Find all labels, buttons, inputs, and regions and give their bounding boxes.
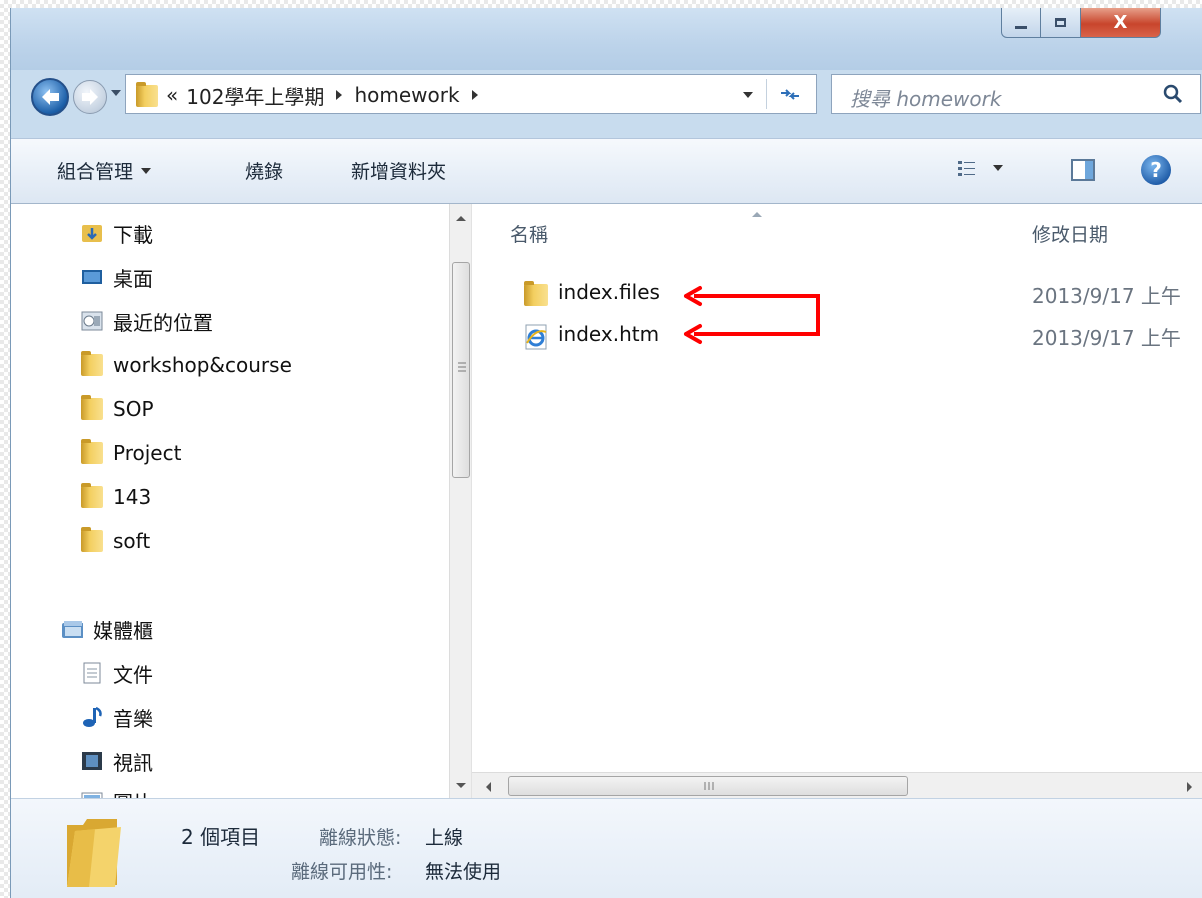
nav-item-folder[interactable]: SOP <box>81 394 154 424</box>
nav-item-video[interactable]: 視訊 <box>81 746 153 776</box>
breadcrumb-overflow[interactable]: « <box>166 83 178 107</box>
folder-icon <box>81 395 103 420</box>
forward-button[interactable] <box>73 80 107 114</box>
nav-item-desktop[interactable]: 桌面 <box>81 262 153 292</box>
refresh-icon <box>781 89 799 100</box>
address-dropdown-button[interactable] <box>736 81 760 109</box>
chevron-down-icon <box>141 167 152 174</box>
offline-status-label: 離線狀態: <box>319 827 402 849</box>
help-icon[interactable]: ? <box>1141 155 1171 185</box>
recent-places-icon <box>81 311 103 331</box>
chevron-down-icon <box>743 92 753 98</box>
arrow-left-icon <box>42 89 59 105</box>
nav-item-pictures[interactable]: 圖片 <box>81 786 153 798</box>
grip-icon <box>458 362 466 372</box>
folder-icon <box>81 483 103 508</box>
documents-icon <box>83 662 101 684</box>
nav-item-documents[interactable]: 文件 <box>81 658 153 688</box>
organize-label: 組合管理 <box>57 161 134 183</box>
music-icon <box>83 706 102 727</box>
burn-button[interactable]: 燒錄 <box>245 157 283 184</box>
nav-item-label: 音樂 <box>113 706 153 731</box>
item-count: 2 個項目 <box>181 825 261 849</box>
arrow-right-icon <box>82 89 98 105</box>
nav-item-label: Project <box>113 441 182 465</box>
command-bar: 組合管理 燒錄 新增資料夾 ? <box>11 138 1202 204</box>
nav-item-folder[interactable]: soft <box>81 526 150 556</box>
scroll-thumb[interactable] <box>508 776 908 796</box>
nav-item-music[interactable]: 音樂 <box>81 702 153 732</box>
nav-item-label: SOP <box>113 397 154 421</box>
nav-item-label: 143 <box>113 485 152 509</box>
refresh-button[interactable] <box>766 79 813 109</box>
nav-item-libraries[interactable]: 媒體櫃 <box>61 614 153 644</box>
nav-item-label: 圖片 <box>113 787 153 799</box>
scroll-up-icon[interactable] <box>455 214 467 222</box>
breadcrumb-item[interactable]: homework <box>354 83 459 107</box>
nav-item-folder[interactable]: Project <box>81 438 181 468</box>
breadcrumb-separator-icon[interactable] <box>471 90 478 100</box>
maximize-button[interactable] <box>1041 8 1081 38</box>
red-arrow-annotation <box>684 286 820 344</box>
nav-item-label: 文件 <box>113 662 153 687</box>
nav-item-folder[interactable]: workshop&course <box>81 350 292 380</box>
nav-item-label: workshop&course <box>113 353 292 377</box>
nav-item-label: 最近的位置 <box>113 310 213 335</box>
maximize-icon <box>1055 18 1066 27</box>
folder-icon <box>81 527 103 552</box>
scroll-down-icon[interactable] <box>455 782 467 790</box>
desktop-icon <box>82 270 102 284</box>
scroll-thumb[interactable] <box>452 262 470 478</box>
folder-icon <box>81 439 103 464</box>
new-folder-label: 新增資料夾 <box>351 161 447 183</box>
file-list-pane[interactable]: 名稱 修改日期 index.files 2013/9/17 上午 index.h… <box>471 204 1202 798</box>
navigation-pane[interactable]: 下載 桌面 最近的位置 workshop&course SOP Project … <box>11 204 449 798</box>
nav-item-label: 視訊 <box>113 750 153 775</box>
search-placeholder: 搜尋 homework <box>850 87 1002 111</box>
file-list-horizontal-scrollbar[interactable] <box>472 772 1202 798</box>
breadcrumb-separator-icon[interactable] <box>336 90 343 100</box>
offline-status-value: 上線 <box>425 827 464 849</box>
folder-icon <box>67 819 121 887</box>
nav-item-label: soft <box>113 529 151 553</box>
close-icon: X <box>1113 12 1128 33</box>
details-pane: 2 個項目 離線狀態: 上線 離線可用性: 無法使用 <box>11 798 1202 898</box>
offline-availability-label: 離線可用性: <box>291 861 393 883</box>
grip-icon <box>704 782 714 790</box>
scroll-left-icon[interactable] <box>484 781 492 793</box>
breadcrumb-item[interactable]: 102學年上學期 <box>186 81 324 110</box>
change-view-button[interactable] <box>957 159 1003 177</box>
nav-item-label: 下載 <box>113 222 153 247</box>
preview-pane-button[interactable] <box>1071 159 1095 181</box>
minimize-icon <box>1015 25 1027 29</box>
close-button[interactable]: X <box>1081 8 1161 38</box>
scroll-right-icon[interactable] <box>1186 781 1194 793</box>
new-folder-button[interactable]: 新增資料夾 <box>351 157 446 184</box>
chevron-down-icon <box>993 165 1003 171</box>
search-input[interactable]: 搜尋 homework <box>831 74 1201 114</box>
nav-item-folder[interactable]: 143 <box>81 482 151 512</box>
pictures-icon <box>81 792 103 798</box>
nav-item-label: 桌面 <box>113 266 153 291</box>
organize-button[interactable]: 組合管理 <box>57 157 152 184</box>
view-list-icon <box>958 161 975 176</box>
library-icon <box>62 621 83 638</box>
address-bar[interactable]: « 102學年上學期 homework <box>125 74 817 114</box>
folder-icon <box>81 351 103 376</box>
back-button[interactable] <box>31 78 69 116</box>
burn-label: 燒錄 <box>245 161 284 183</box>
nav-item-label: 媒體櫃 <box>93 618 153 643</box>
downloads-folder-icon <box>82 225 102 242</box>
explorer-window: X « 102學年上學期 homework 搜尋 homework 組合管理 燒… <box>10 8 1202 898</box>
offline-availability-value: 無法使用 <box>425 861 502 883</box>
title-bar[interactable]: X <box>11 8 1202 70</box>
nav-vertical-scrollbar[interactable] <box>449 204 471 798</box>
nav-item-downloads[interactable]: 下載 <box>81 218 153 248</box>
recent-pages-dropdown[interactable] <box>111 90 121 96</box>
search-icon[interactable] <box>1162 83 1184 105</box>
video-icon <box>82 752 102 770</box>
folder-icon <box>136 82 158 107</box>
nav-item-recent-places[interactable]: 最近的位置 <box>81 306 213 336</box>
minimize-button[interactable] <box>1001 8 1041 38</box>
